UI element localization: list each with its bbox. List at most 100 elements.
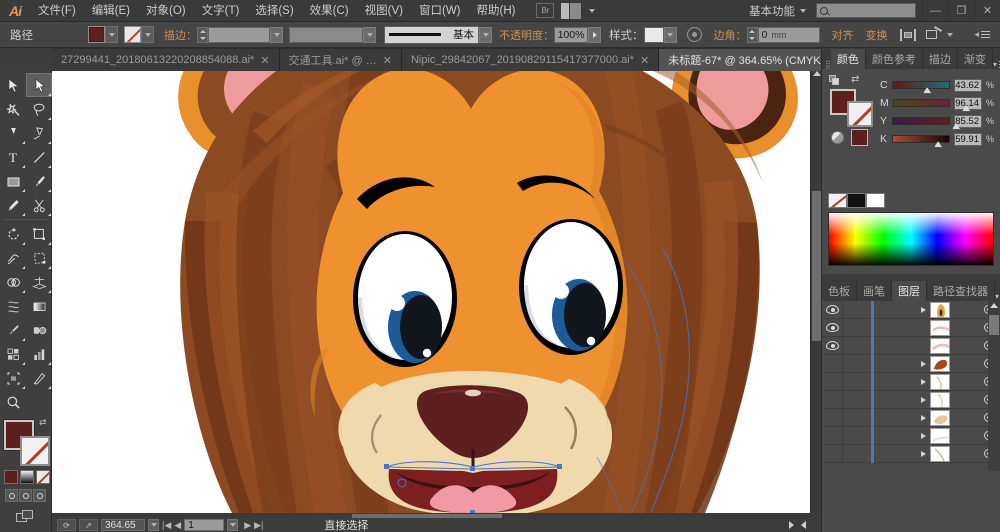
slider-value-c[interactable]: 43.62: [954, 79, 982, 92]
opacity-field[interactable]: 100%: [554, 27, 588, 43]
tab-swatches[interactable]: 色板: [822, 281, 857, 301]
menu-object[interactable]: 对象(O): [138, 0, 194, 22]
menu-select[interactable]: 选择(S): [247, 0, 301, 22]
layers-scrollbar[interactable]: [988, 301, 1000, 471]
status-collapse-arrow-icon[interactable]: [801, 521, 806, 529]
layer-lock-toggle[interactable]: [842, 355, 861, 373]
type-tool[interactable]: T: [0, 145, 26, 169]
layer-visibility-toggle[interactable]: [822, 305, 842, 314]
last-color-swatch[interactable]: [851, 129, 868, 146]
layer-visibility-toggle[interactable]: [822, 341, 842, 350]
first-artboard-icon[interactable]: |◀: [162, 520, 171, 531]
next-artboard-icon[interactable]: ▶: [244, 520, 251, 531]
canvas-vertical-scrollbar[interactable]: [810, 71, 821, 513]
toolbar-stroke-swatch[interactable]: [20, 436, 50, 466]
document-tab-1[interactable]: 27299441_20180613220208854088.ai* ✕: [52, 49, 280, 71]
layer-lock-toggle[interactable]: [842, 427, 861, 445]
default-fill-stroke-icon[interactable]: [829, 75, 840, 86]
tab-brushes[interactable]: 画笔: [857, 281, 892, 301]
layer-row[interactable]: [822, 301, 1000, 319]
panel-grip-icon[interactable]: ⣿: [822, 60, 831, 69]
artboard-tool[interactable]: [0, 366, 26, 390]
transform-label[interactable]: 变换: [866, 27, 888, 43]
draw-inside-button[interactable]: [33, 489, 46, 502]
status-menu-arrow-icon[interactable]: [789, 521, 794, 529]
tab-pathfinder[interactable]: 路径查找器: [927, 281, 995, 301]
layer-lock-toggle[interactable]: [842, 337, 861, 355]
slice-tool[interactable]: [26, 366, 52, 390]
layer-expand-toggle[interactable]: [916, 361, 930, 367]
last-artboard-icon[interactable]: ▶|: [254, 520, 263, 531]
panel-stroke-swatch[interactable]: [847, 101, 873, 127]
layer-name[interactable]: [874, 301, 916, 319]
mesh-tool[interactable]: [0, 294, 26, 318]
rectangle-tool[interactable]: [0, 169, 26, 193]
gradient-button[interactable]: [20, 470, 34, 484]
quick-swatch-none[interactable]: [828, 193, 847, 208]
stroke-profile-field[interactable]: [289, 27, 363, 43]
layer-row[interactable]: [822, 391, 1000, 409]
slider-knob-k[interactable]: [934, 141, 943, 148]
layer-expand-toggle[interactable]: [916, 379, 930, 385]
slider-value-y[interactable]: 85.52: [954, 115, 982, 128]
shape-builder-tool[interactable]: [0, 270, 26, 294]
layer-name[interactable]: [874, 355, 916, 373]
layer-name[interactable]: [874, 409, 916, 427]
layers-panel-menu-icon[interactable]: ▾: [995, 292, 1000, 301]
document-tab-3[interactable]: Nipic_29842067_20190829115417377000.ai* …: [402, 49, 659, 71]
layer-row[interactable]: [822, 337, 1000, 355]
stroke-weight-dropdown[interactable]: [270, 27, 283, 43]
lion-head-artwork[interactable]: [57, 71, 810, 513]
arrange-documents-icon[interactable]: [561, 3, 583, 19]
draw-behind-button[interactable]: [19, 489, 32, 502]
export-icon[interactable]: ↗: [79, 519, 98, 531]
layer-row[interactable]: [822, 427, 1000, 445]
magic-wand-tool[interactable]: [0, 97, 26, 121]
stroke-weight-stepper[interactable]: [197, 27, 208, 43]
menu-file[interactable]: 文件(F): [30, 0, 84, 22]
layer-lock-toggle[interactable]: [842, 445, 861, 463]
layer-row[interactable]: [822, 319, 1000, 337]
layer-lock-toggle[interactable]: [842, 301, 861, 319]
slider-track-m[interactable]: [893, 99, 950, 107]
paintbrush-tool[interactable]: [26, 169, 52, 193]
change-screen-mode-icon[interactable]: [16, 510, 36, 526]
menu-help[interactable]: 帮助(H): [469, 0, 524, 22]
layer-name[interactable]: [874, 319, 916, 337]
swap-fill-stroke-icon[interactable]: ⇄: [39, 417, 50, 428]
rotate-tool[interactable]: [0, 222, 26, 246]
layer-name[interactable]: [874, 391, 916, 409]
tab-stroke[interactable]: 描边: [923, 49, 958, 69]
width-tool[interactable]: [0, 246, 26, 270]
zoom-dropdown[interactable]: [148, 519, 159, 531]
symbol-sprayer-tool[interactable]: [0, 342, 26, 366]
column-graph-tool[interactable]: [26, 342, 52, 366]
panel-menu-icon[interactable]: ◂: [974, 29, 990, 40]
tab-gradient[interactable]: 渐变: [958, 49, 993, 69]
menu-type[interactable]: 文字(T): [194, 0, 248, 22]
scroll-up-arrow-icon[interactable]: [990, 303, 998, 308]
grayscale-swatch-icon[interactable]: [831, 131, 844, 144]
artboard[interactable]: [57, 71, 810, 513]
stroke-swatch[interactable]: [124, 26, 141, 43]
color-panel-menu-icon[interactable]: ▾: [993, 60, 1000, 69]
artboard-dropdown[interactable]: [227, 519, 238, 531]
swap-fill-stroke-icon[interactable]: ⇄: [851, 74, 859, 85]
layer-lock-toggle[interactable]: [842, 319, 861, 337]
document-tab-2[interactable]: 交通工具.ai* @ … ✕: [280, 49, 402, 71]
layer-expand-toggle[interactable]: [916, 451, 930, 457]
artboard-navigation-icon[interactable]: ⟳: [57, 519, 76, 531]
layer-name[interactable]: [874, 373, 916, 391]
menu-edit[interactable]: 编辑(E): [84, 0, 138, 22]
color-spectrum-ramp[interactable]: [828, 212, 994, 266]
close-icon[interactable]: ✕: [640, 54, 649, 67]
color-fill-button[interactable]: [4, 470, 18, 484]
layer-expand-toggle[interactable]: [916, 433, 930, 439]
previous-artboard-icon[interactable]: ◀: [174, 520, 181, 531]
draw-normal-button[interactable]: [5, 489, 18, 502]
layer-lock-toggle[interactable]: [842, 391, 861, 409]
fill-dropdown-arrow[interactable]: [105, 26, 118, 43]
line-segment-tool[interactable]: [26, 145, 52, 169]
tab-layers[interactable]: 图层: [892, 281, 927, 301]
lasso-tool[interactable]: [26, 97, 52, 121]
